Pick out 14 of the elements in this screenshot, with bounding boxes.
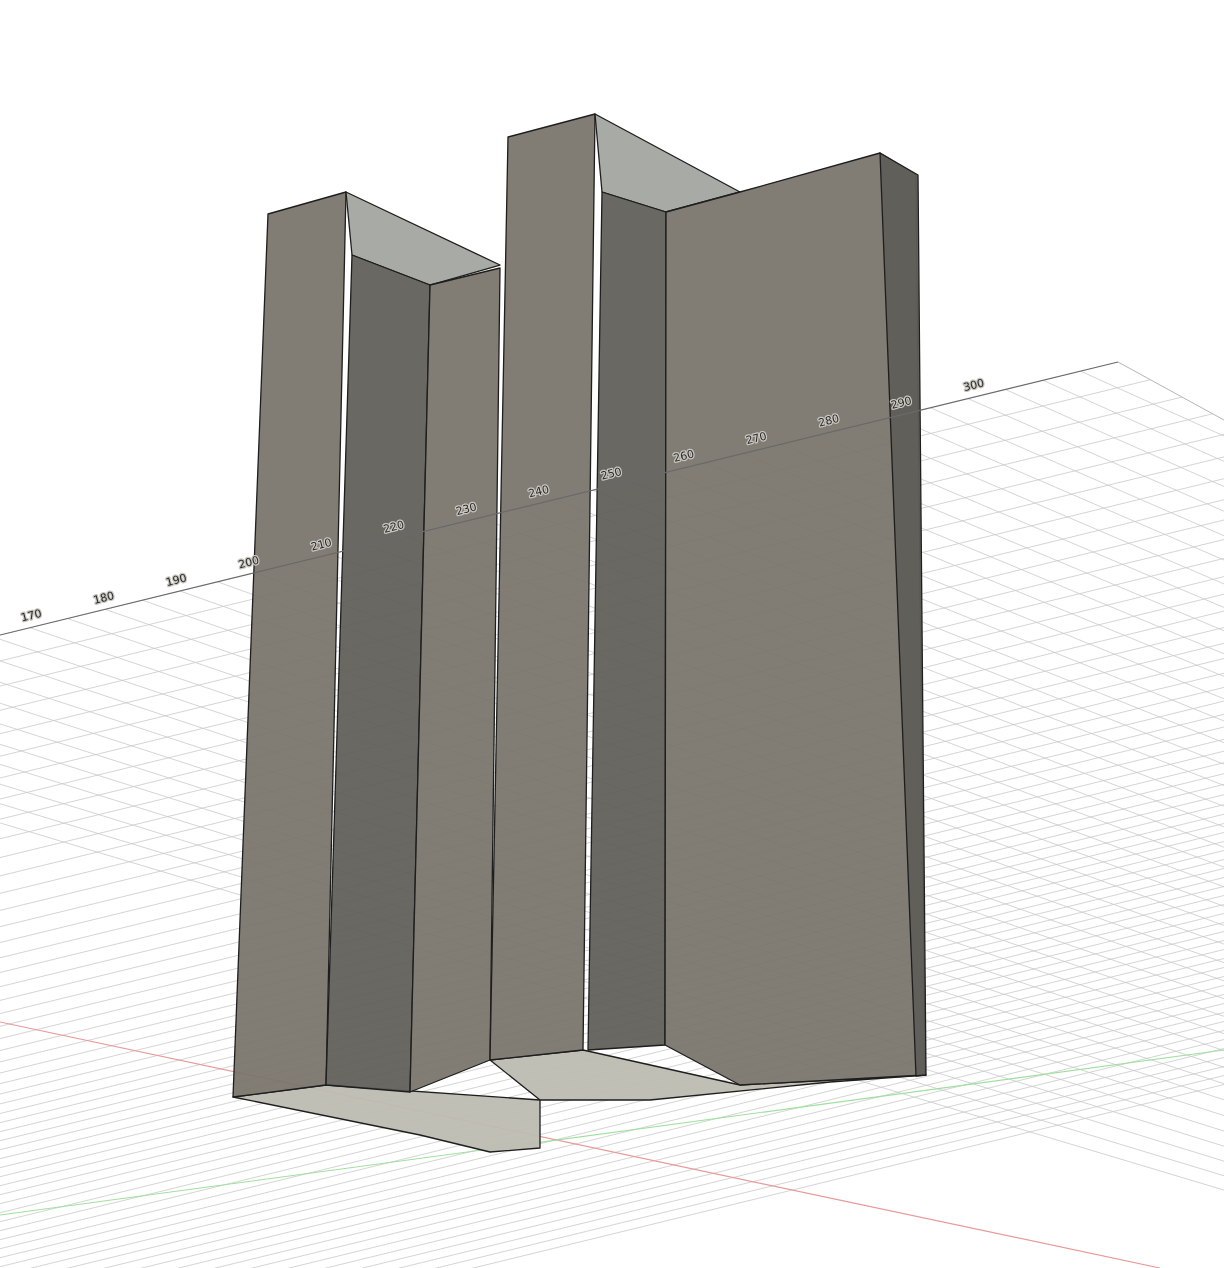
axis-tick-label: 300 <box>962 376 986 395</box>
axis-tick-label: 230 <box>454 500 479 519</box>
axis-tick-label: 290 <box>889 394 914 412</box>
axis-tick-label: 240 <box>527 482 551 501</box>
axis-tick-label: 250 <box>599 465 624 483</box>
axis-tick-label: 180 <box>92 589 116 607</box>
axis-tick-label: 210 <box>309 535 334 554</box>
axis-tick-label: 220 <box>382 518 406 536</box>
axis-tick-label: 280 <box>817 411 841 430</box>
axis-tick-label: 200 <box>237 553 261 572</box>
axis-tick-label: 190 <box>164 571 189 590</box>
axis-tick-label: 260 <box>672 447 696 465</box>
axis-tick-label: 170 <box>19 606 44 625</box>
axis-tick-label: 270 <box>744 429 769 448</box>
